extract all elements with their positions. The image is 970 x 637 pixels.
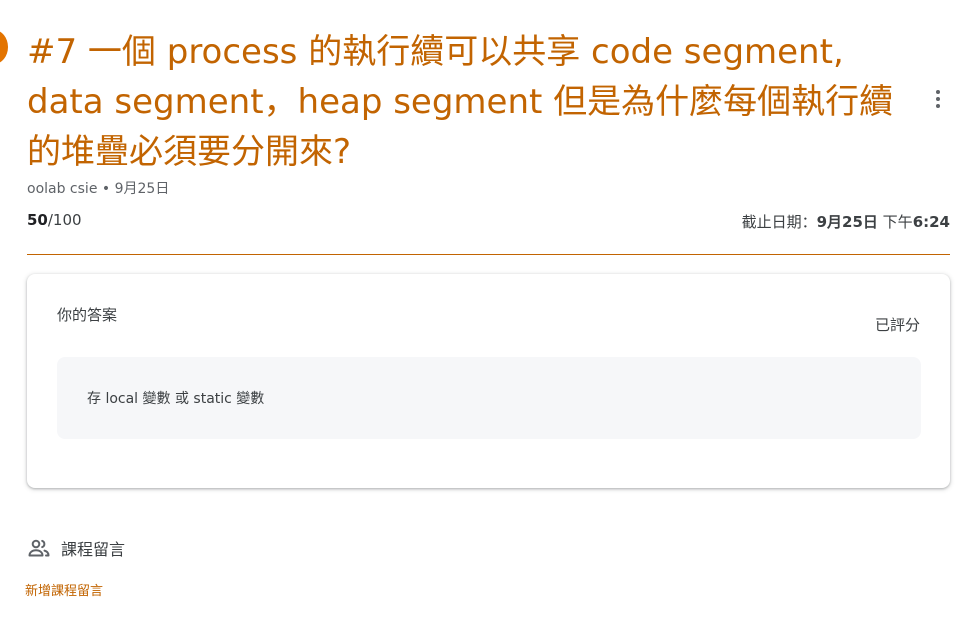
due-time-prefix: 下午	[877, 213, 913, 231]
assignment-meta: oolab csie • 9月25日	[27, 178, 169, 198]
assignment-badge-icon	[0, 30, 8, 64]
class-comments-title: 課程留言	[61, 540, 126, 559]
assignment-title: #7 一個 process 的執行續可以共享 code segment, dat…	[27, 32, 894, 172]
add-class-comment-link[interactable]: 新增課程留言	[25, 580, 103, 599]
your-work-title: 你的答案	[57, 306, 118, 324]
header-divider	[27, 254, 950, 255]
author-name: oolab csie	[27, 181, 98, 197]
answer-text: 存 local 變數 或 static 變數	[87, 391, 265, 407]
people-icon	[28, 539, 50, 557]
points-total: /100	[47, 211, 82, 229]
your-work-card: 你的答案 已評分 存 local 變數 或 static 變數	[27, 274, 950, 488]
due-date-value: 9月25日	[816, 213, 878, 231]
more-vert-icon	[936, 90, 940, 94]
status-badge: 已評分	[874, 316, 920, 334]
more-options-button[interactable]	[924, 83, 952, 115]
points-earned: 50	[27, 211, 48, 229]
meta-separator: •	[97, 181, 115, 197]
points: 50/100	[27, 211, 82, 229]
due-time-value: 6:24	[912, 213, 950, 231]
answer-box[interactable]: 存 local 變數 或 static 變數	[57, 357, 921, 439]
due-date: 截止日期：9月25日 下午6:24	[742, 211, 950, 232]
class-comments-header: 課程留言	[27, 536, 125, 560]
posted-date: 9月25日	[114, 181, 170, 197]
due-label: 截止日期：	[741, 213, 817, 231]
